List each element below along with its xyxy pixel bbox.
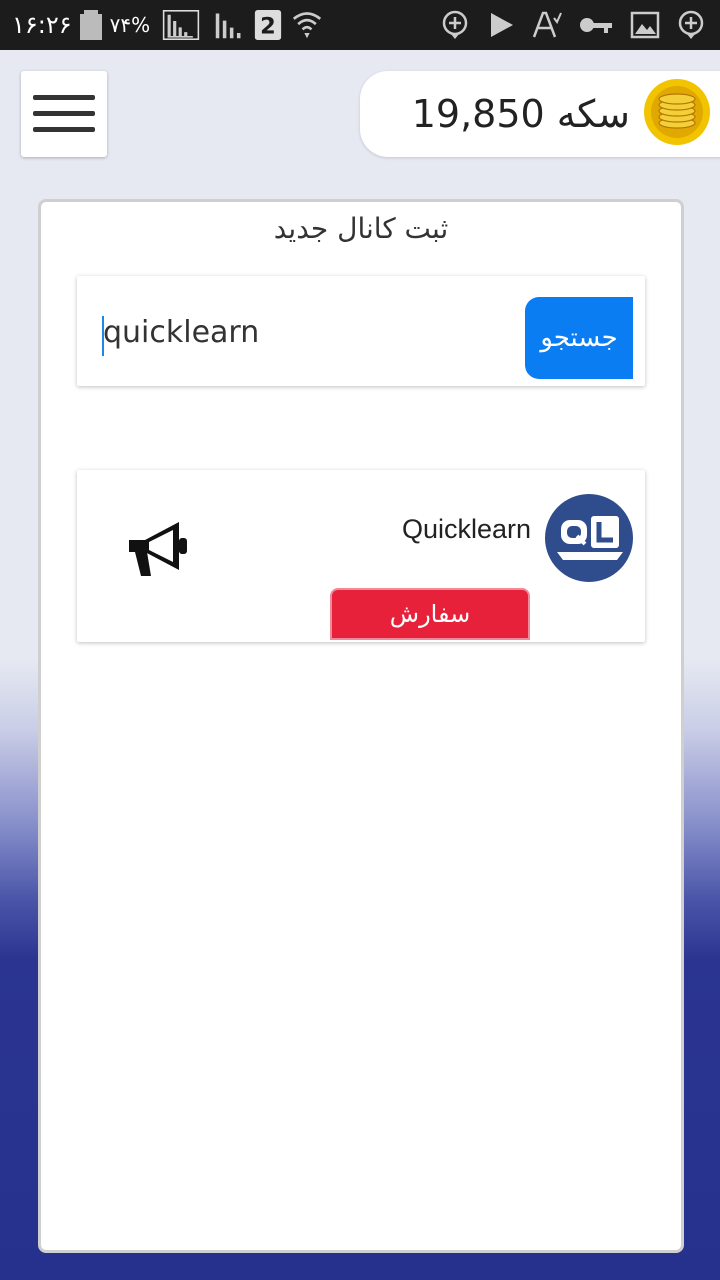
- channel-search-input[interactable]: [103, 310, 483, 354]
- quicklearn-logo-icon: [545, 494, 633, 582]
- status-bar: ۱۶:۲۶ ۷۴% 2: [0, 0, 720, 50]
- menu-line: [33, 111, 95, 116]
- key-icon: [578, 10, 614, 40]
- signal-icon: [212, 10, 246, 40]
- gold-coins-icon: [644, 79, 710, 145]
- megaphone-icon[interactable]: [125, 520, 191, 580]
- sim-2-icon: 2: [254, 10, 282, 40]
- menu-line: [33, 95, 95, 100]
- hamburger-menu-button[interactable]: [21, 71, 107, 157]
- menu-line: [33, 127, 95, 132]
- wifi-icon: [290, 10, 324, 40]
- search-panel: جستجو: [77, 276, 645, 386]
- status-right: [440, 0, 706, 50]
- status-battery: ۷۴%: [109, 13, 151, 37]
- search-button[interactable]: جستجو: [525, 297, 633, 379]
- new-channel-card: ثبت کانال جدید جستجو Quicklearn: [38, 199, 684, 1253]
- battery-icon: [79, 10, 102, 40]
- coin-balance[interactable]: سکه 19,850: [360, 71, 720, 157]
- channel-result: Quicklearn سفارش: [77, 470, 645, 642]
- add-circle-icon: [676, 10, 706, 40]
- status-time: ۱۶:۲۶: [12, 11, 72, 39]
- image-icon: [630, 10, 660, 40]
- signal-icon: [158, 10, 204, 40]
- coin-balance-label: سکه 19,850: [411, 92, 630, 136]
- play-store-icon: [486, 10, 516, 40]
- status-left: ۱۶:۲۶ ۷۴% 2: [12, 0, 324, 50]
- order-button[interactable]: سفارش: [330, 588, 530, 640]
- channel-name: Quicklearn: [401, 514, 531, 544]
- add-circle-icon: [440, 10, 470, 40]
- card-title: ثبت کانال جدید: [273, 212, 449, 245]
- sim-badge-text: 2: [260, 13, 276, 39]
- font-icon: [532, 10, 562, 40]
